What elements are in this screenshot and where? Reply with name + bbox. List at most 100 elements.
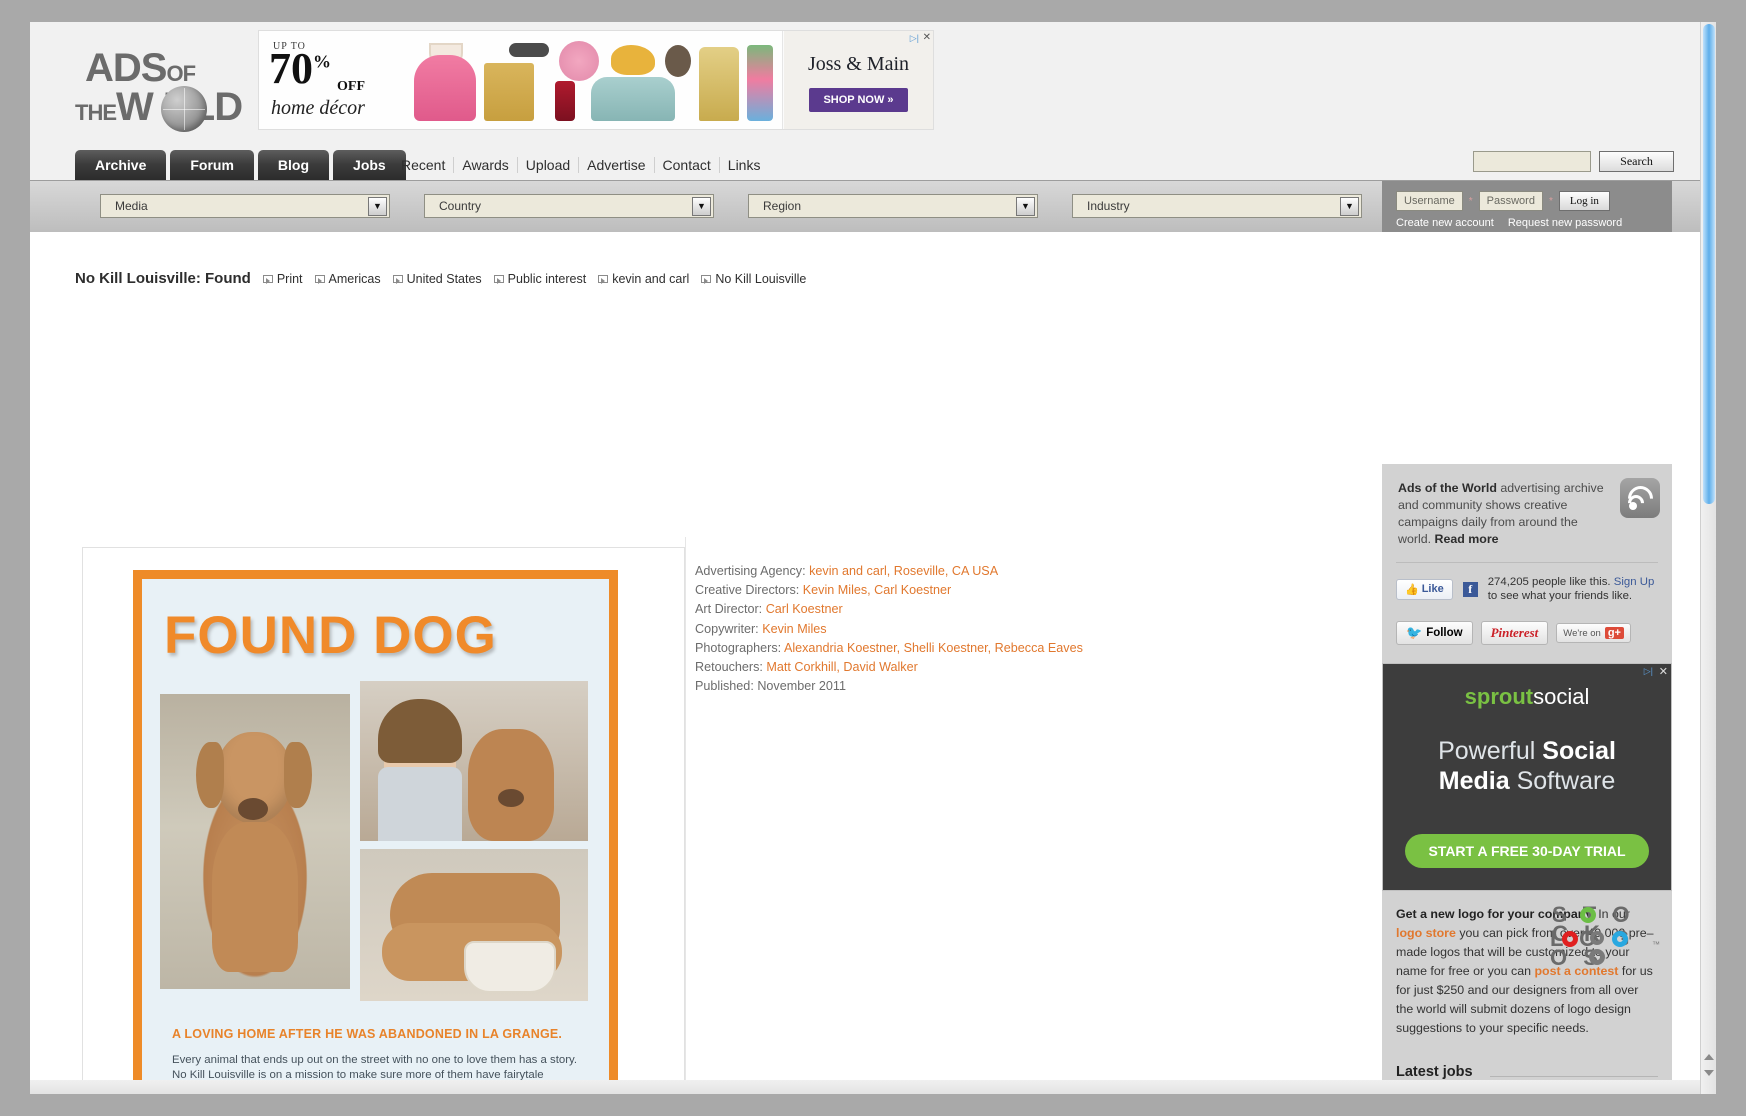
nav-link-contact[interactable]: Contact (655, 157, 720, 173)
nav-link-recent[interactable]: Recent (393, 157, 455, 173)
facebook-like-button[interactable]: 👍 Like (1396, 578, 1453, 600)
close-icon[interactable]: ✕ (923, 32, 931, 43)
site-logo[interactable]: ADSOF THEW RLD (75, 42, 265, 134)
log-in-button[interactable]: Log in (1558, 191, 1610, 211)
credit-value[interactable]: Kevin Miles, Carl Koestner (803, 583, 951, 597)
horizontal-scrollbar[interactable] (30, 1080, 1700, 1094)
gray-ring-icon (1590, 931, 1604, 945)
gold-table-object (484, 63, 534, 121)
filter-media-select[interactable]: Media ▼ (100, 194, 390, 218)
sprout-cta-button[interactable]: START A FREE 30-DAY TRIAL (1405, 834, 1649, 868)
red-ring-icon (1562, 931, 1578, 947)
search-input[interactable] (1473, 151, 1591, 172)
tag-icon (598, 275, 609, 284)
filter-region-label: Region (763, 199, 802, 213)
sidebar-intro-brand: Ads of the World (1398, 481, 1497, 495)
twitter-follow-button[interactable]: 🐦 Follow (1396, 621, 1473, 645)
globe-icon (161, 86, 207, 132)
facebook-icon: f (1462, 581, 1478, 597)
nav-link-awards[interactable]: Awards (454, 157, 518, 173)
chevron-down-icon[interactable]: ▼ (368, 197, 387, 216)
close-icon[interactable]: ✕ (1659, 665, 1668, 678)
dog-figure (468, 729, 554, 841)
sprout-headline-part4: Software (1516, 767, 1616, 795)
filter-industry-select[interactable]: Industry ▼ (1072, 194, 1362, 218)
logo-store-link[interactable]: logo store (1396, 926, 1456, 940)
dog-body (212, 822, 298, 972)
credit-label: Published: (695, 679, 754, 694)
sprout-social-ad[interactable]: sproutsocial Powerful Social Media Softw… (1382, 663, 1672, 891)
facebook-sub-text: to see what your friends like. (1487, 590, 1633, 602)
google-plus-button[interactable]: We're on g+ (1556, 623, 1631, 643)
ad-image-card[interactable]: FOUND DOG A LOVING HOME AFTER HE WAS ABA… (82, 547, 685, 1094)
credits-list: Advertising Agency: kevin and carl, Rose… (695, 562, 1083, 696)
breadcrumb-public-interest[interactable]: Public interest (493, 272, 586, 286)
scroll-up-icon[interactable] (1704, 1054, 1714, 1060)
filter-country-select[interactable]: Country ▼ (424, 194, 714, 218)
chevron-down-icon[interactable]: ▼ (1340, 197, 1359, 216)
login-fields-row: Username * Password * Log in (1396, 191, 1672, 211)
rss-icon[interactable] (1620, 478, 1660, 518)
credit-label: Creative Directors: (695, 583, 800, 598)
logo-line-2: THEW RLD (75, 85, 243, 129)
vertical-scrollbar[interactable] (1700, 22, 1716, 1094)
adchoices-icon[interactable]: ▷| (1644, 666, 1653, 677)
banner-ad-brand-panel[interactable]: Joss & Main SHOP NOW » (784, 31, 933, 129)
banner-off-label: OFF (337, 79, 365, 94)
right-sidebar: Ads of the World advertising archive and… (1382, 464, 1672, 1094)
scroll-down-icon[interactable] (1704, 1070, 1714, 1076)
facebook-signup-link[interactable]: Sign Up (1614, 576, 1655, 588)
breadcrumb-no-kill-louisville[interactable]: No Kill Louisville (701, 272, 806, 286)
nav-link-links[interactable]: Links (720, 157, 769, 173)
pinterest-button[interactable]: Pinterest (1480, 621, 1549, 645)
facebook-like-row: 👍 Like f 274,205 people like this. Sign … (1382, 563, 1672, 613)
chevron-down-icon[interactable]: ▼ (1016, 197, 1035, 216)
nav-link-upload[interactable]: Upload (518, 157, 580, 173)
filter-region-select[interactable]: Region ▼ (748, 194, 1038, 218)
twitter-icon: 🐦 (1406, 625, 1423, 640)
breadcrumb-print[interactable]: Print (262, 272, 303, 286)
breadcrumb-united-states[interactable]: United States (392, 272, 482, 286)
dog-left-ear (196, 742, 224, 808)
credit-row: Advertising Agency: kevin and carl, Rose… (695, 562, 1083, 581)
read-more-link[interactable]: Read more (1435, 532, 1499, 546)
mirror-object (665, 45, 691, 77)
scrollbar-thumb[interactable] (1703, 24, 1715, 504)
chevron-down-icon[interactable]: ▼ (692, 197, 711, 216)
logo-line-1: ADSOF (85, 46, 196, 90)
credit-value[interactable]: Matt Corkhill, David Walker (766, 660, 917, 674)
filter-selects: Media ▼ Country ▼ Region ▼ Industry ▼ (100, 194, 1362, 218)
page-content: ADSOF THEW RLD UP TO 70% OFF home décor (30, 22, 1716, 1094)
breadcrumb-kevin-and-carl[interactable]: kevin and carl (598, 272, 689, 286)
credit-row: Published: November 2011 (695, 677, 1083, 696)
credit-value[interactable]: Kevin Miles (762, 622, 826, 636)
credit-value[interactable]: kevin and carl, Roseville, CA USA (809, 564, 998, 578)
tab-archive[interactable]: Archive (75, 150, 167, 181)
request-new-password-link[interactable]: Request new password (1508, 217, 1622, 229)
social-buttons-row: 🐦 Follow Pinterest We're on g+ (1382, 613, 1672, 657)
login-links-row: Create new account Request new password (1396, 217, 1672, 229)
stocklogos-logo: S T O C K L O G O S ™ (1550, 904, 1660, 977)
key-object (509, 43, 549, 57)
main-content: No Kill Louisville: Found Print Americas… (30, 232, 1716, 1094)
credit-value[interactable]: Alexandria Koestner, Shelli Koestner, Re… (784, 641, 1083, 655)
credit-value[interactable]: Carl Koestner (766, 602, 843, 616)
create-new-account-link[interactable]: Create new account (1396, 217, 1494, 229)
tag-icon (701, 275, 712, 284)
banner-shop-now-button[interactable]: SHOP NOW » (809, 88, 908, 112)
credit-label: Retouchers: (695, 660, 763, 675)
breadcrumb-americas[interactable]: Americas (314, 272, 381, 286)
adchoices-icon[interactable]: ▷| (910, 33, 919, 44)
sprout-headline-part3: Media (1438, 767, 1517, 795)
tab-blog[interactable]: Blog (257, 150, 330, 181)
search-button[interactable]: Search (1599, 151, 1674, 172)
password-field[interactable]: Password (1478, 191, 1543, 211)
credit-row: Retouchers: Matt Corkhill, David Walker (695, 658, 1083, 677)
content-divider (685, 537, 686, 1094)
tag-icon (392, 275, 403, 284)
tab-forum[interactable]: Forum (170, 150, 254, 181)
top-banner-ad[interactable]: UP TO 70% OFF home décor Joss & Main SHO… (258, 30, 934, 130)
username-field[interactable]: Username (1396, 191, 1463, 211)
nav-link-advertise[interactable]: Advertise (579, 157, 655, 173)
pink-chair-object (414, 55, 476, 121)
